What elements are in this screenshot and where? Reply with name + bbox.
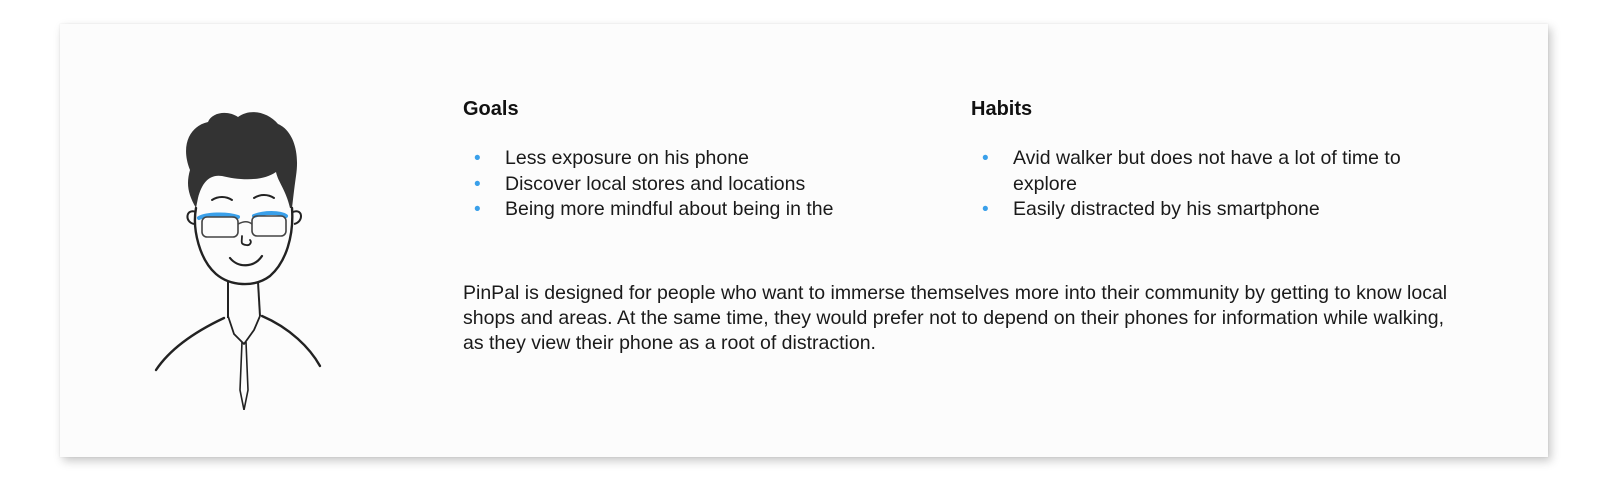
persona-avatar-icon — [154, 112, 322, 410]
bullet-icon: • — [982, 148, 989, 169]
habit-text: Easily distracted by his smartphone — [1013, 198, 1320, 220]
persona-card: Goals • Less exposure on his phone • Disco… — [60, 24, 1548, 457]
habits-heading: Habits — [971, 98, 1033, 120]
bullet-icon: • — [474, 173, 481, 195]
list-item: • Discover local stores and locations — [463, 172, 903, 198]
habits-list: • Avid walker but does not have a lot of … — [971, 146, 1421, 223]
goals-heading: Goals — [463, 98, 519, 120]
goal-text: Discover local stores and locations — [505, 172, 806, 195]
goals-list: • Less exposure on his phone • Discover lo… — [463, 146, 903, 223]
bullet-icon: • — [982, 199, 989, 220]
bullet-icon: • — [474, 199, 481, 220]
persona-summary: PinPal is designed for people who want t… — [463, 282, 1448, 354]
list-item: • Being more mindful about being in the — [463, 197, 903, 223]
list-item: • Less exposure on his phone — [463, 146, 903, 172]
list-item: • Avid walker but does not have a lot of … — [971, 146, 1421, 197]
bullet-icon: • — [474, 148, 481, 169]
list-item: • Easily distracted by his smartphone — [971, 197, 1421, 223]
goal-text: Less exposure on his phone — [505, 147, 749, 169]
page: Goals • Less exposure on his phone • Disco… — [0, 0, 1600, 480]
goal-text: Being more mindful about being in the — [505, 198, 834, 220]
habit-text: Avid walker but does not have a lot of t… — [1013, 147, 1401, 195]
